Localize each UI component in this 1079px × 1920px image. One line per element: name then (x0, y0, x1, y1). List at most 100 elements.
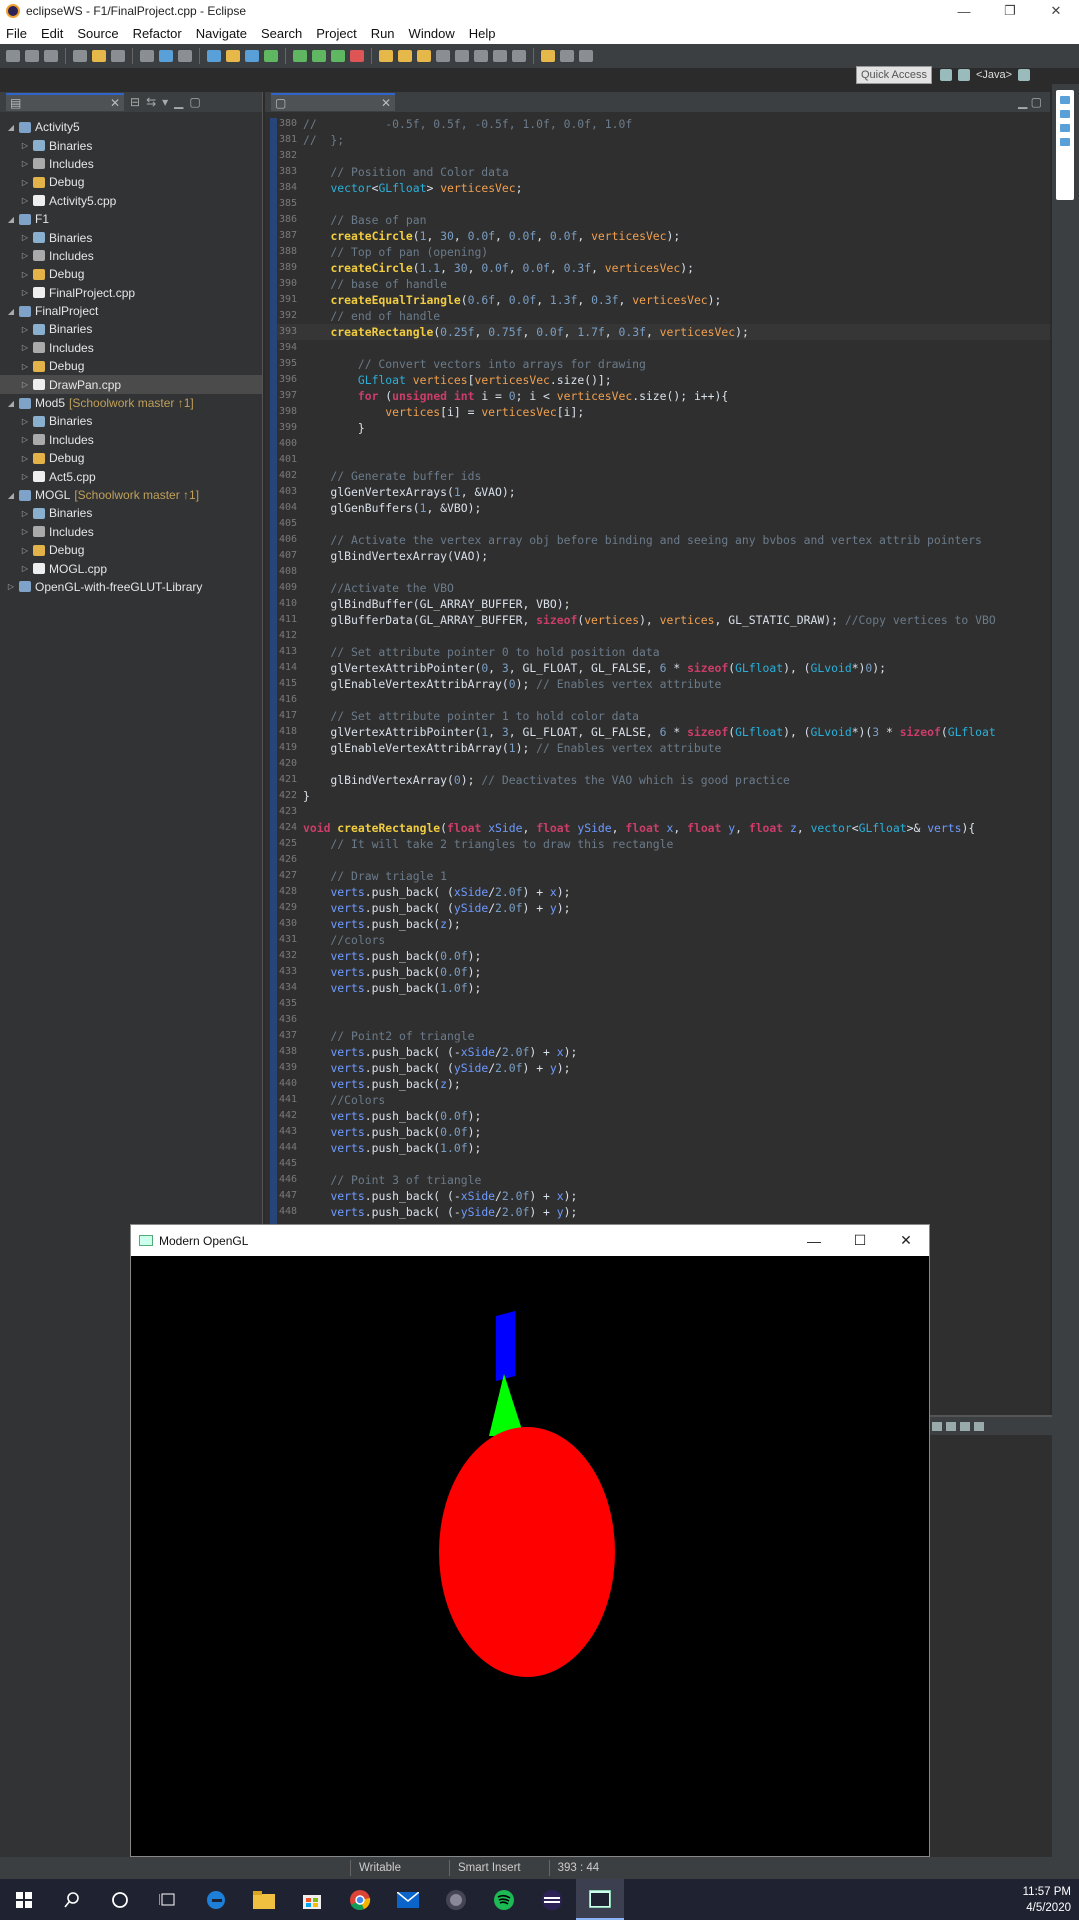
tab-editor-file[interactable]: ▢ ✕ (271, 93, 395, 111)
collapsed-arrow-icon[interactable]: ▷ (20, 343, 30, 352)
tree-item[interactable]: ▷ Act5.cpp (0, 467, 262, 485)
collapsed-arrow-icon[interactable]: ▷ (20, 196, 30, 205)
code-line[interactable]: 417 // Set attribute pointer 1 to hold c… (277, 708, 1050, 724)
code-line[interactable]: 402 // Generate buffer ids (277, 468, 1050, 484)
outline-view-icon[interactable] (1060, 96, 1070, 104)
tree-item[interactable]: ▷ FinalProject.cpp (0, 284, 262, 302)
restore-button[interactable]: ❐ (987, 0, 1033, 22)
collapsed-arrow-icon[interactable]: ▷ (20, 527, 30, 536)
collapsed-arrow-icon[interactable]: ▷ (20, 233, 30, 242)
tree-item[interactable]: ▷ Debug (0, 449, 262, 467)
pin-icon[interactable] (946, 1421, 956, 1431)
code-line[interactable]: 389 createCircle(1.1, 30, 0.0f, 0.0f, 0.… (277, 260, 1050, 276)
tree-item[interactable]: ▷ Binaries (0, 136, 262, 154)
menu-search[interactable]: Search (261, 26, 302, 41)
close-button[interactable]: ✕ (1033, 0, 1079, 22)
start-button[interactable] (0, 1879, 48, 1920)
code-line[interactable]: 388 // Top of pan (opening) (277, 244, 1050, 260)
code-line[interactable]: 380 // -0.5f, 0.5f, -0.5f, 1.0f, 0.0f, 1.… (277, 116, 1050, 132)
close-icon[interactable]: ✕ (110, 96, 120, 110)
collapsed-arrow-icon[interactable]: ▷ (20, 546, 30, 555)
project-node[interactable]: ▷ OpenGL-with-freeGLUT-Library (0, 578, 262, 596)
code-line[interactable]: 386 // Base of pan (277, 212, 1050, 228)
open-resource-icon[interactable] (379, 50, 393, 62)
code-line[interactable]: 395 // Convert vectors into arrays for d… (277, 356, 1050, 372)
code-line[interactable]: 419 glEnableVertexAttribArray(1); // Ena… (277, 740, 1050, 756)
code-line[interactable]: 390 // base of handle (277, 276, 1050, 292)
stop-icon[interactable] (350, 50, 364, 62)
debug-bug-icon[interactable] (140, 50, 154, 62)
file-explorer-button[interactable] (240, 1879, 288, 1920)
tree-item[interactable]: ▷ Includes (0, 339, 262, 357)
run-icon[interactable] (312, 50, 326, 62)
code-line[interactable]: 425 // It will take 2 triangles to draw … (277, 836, 1050, 852)
collapsed-arrow-icon[interactable]: ▷ (20, 141, 30, 150)
code-line[interactable]: 400 (277, 436, 1050, 452)
new-icon[interactable] (6, 50, 20, 62)
collapsed-arrow-icon[interactable]: ▷ (20, 417, 30, 426)
tree-item[interactable]: ▷ MOGL.cpp (0, 559, 262, 577)
spotify-button[interactable] (480, 1879, 528, 1920)
collapsed-arrow-icon[interactable]: ▷ (20, 362, 30, 371)
forward-icon[interactable] (579, 50, 593, 62)
code-line[interactable]: 430 verts.push_back(z); (277, 916, 1050, 932)
tree-item[interactable]: ▷ DrawPan.cpp (0, 375, 262, 394)
minimize-button[interactable]: — (941, 0, 987, 22)
code-line[interactable]: 394 (277, 340, 1050, 356)
opengl-canvas[interactable] (131, 1256, 929, 1856)
eclipse-taskbar-button[interactable] (528, 1879, 576, 1920)
code-line[interactable]: 442 verts.push_back(0.0f); (277, 1108, 1050, 1124)
code-line[interactable]: 396 GLfloat vertices[verticesVec.size()]… (277, 372, 1050, 388)
tree-item[interactable]: ▷ Debug (0, 265, 262, 283)
edge-button[interactable] (192, 1879, 240, 1920)
search-button[interactable] (48, 1879, 96, 1920)
code-line[interactable]: 435 (277, 996, 1050, 1012)
code-line[interactable]: 421 glBindVertexArray(0); // Deactivates… (277, 772, 1050, 788)
include-browser-icon[interactable] (1060, 110, 1070, 118)
collapsed-arrow-icon[interactable]: ▷ (20, 159, 30, 168)
code-line[interactable]: 438 verts.push_back( (-xSide/2.0f) + x); (277, 1044, 1050, 1060)
code-line[interactable]: 411 glBufferData(GL_ARRAY_BUFFER, sizeof… (277, 612, 1050, 628)
opengl-taskbar-button[interactable] (576, 1879, 624, 1920)
code-line[interactable]: 431 //colors (277, 932, 1050, 948)
code-line[interactable]: 385 (277, 196, 1050, 212)
close-icon[interactable]: ✕ (381, 96, 391, 110)
collapsed-arrow-icon[interactable]: ▷ (20, 251, 30, 260)
collapsed-arrow-icon[interactable]: ▷ (20, 325, 30, 334)
code-line[interactable]: 403 glGenVertexArrays(1, &VAO); (277, 484, 1050, 500)
filter-icon[interactable]: ▾ (162, 95, 168, 109)
collapsed-arrow-icon[interactable]: ▷ (20, 435, 30, 444)
collapsed-arrow-icon[interactable]: ▷ (20, 288, 30, 297)
minimize-button[interactable]: — (791, 1233, 837, 1249)
maximize-button[interactable]: ☐ (837, 1232, 883, 1249)
expanded-arrow-icon[interactable]: ◢ (6, 215, 16, 224)
collapsed-arrow-icon[interactable]: ▷ (20, 454, 30, 463)
refresh-icon[interactable] (264, 50, 278, 62)
menu-window[interactable]: Window (409, 26, 455, 41)
expanded-arrow-icon[interactable]: ◢ (6, 399, 16, 408)
code-line[interactable]: 398 vertices[i] = verticesVec[i]; (277, 404, 1050, 420)
code-line[interactable]: 436 (277, 1012, 1050, 1028)
chrome-button[interactable] (336, 1879, 384, 1920)
code-line[interactable]: 413 // Set attribute pointer 0 to hold p… (277, 644, 1050, 660)
code-line[interactable]: 406 // Activate the vertex array obj bef… (277, 532, 1050, 548)
tree-item[interactable]: ▷ Activity5.cpp (0, 192, 262, 210)
collapsed-arrow-icon[interactable]: ▷ (6, 582, 16, 591)
open-perspective-icon[interactable] (940, 69, 952, 81)
pen-icon[interactable] (417, 50, 431, 62)
mail-button[interactable] (384, 1879, 432, 1920)
code-line[interactable]: 409 //Activate the VBO (277, 580, 1050, 596)
code-line[interactable]: 383 // Position and Color data (277, 164, 1050, 180)
code-line[interactable]: 448 verts.push_back( (-ySide/2.0f) + y); (277, 1204, 1050, 1220)
mark-occurrences-icon[interactable] (436, 50, 450, 62)
project-node[interactable]: ◢ Activity5 (0, 118, 262, 136)
tree-item[interactable]: ▷ Includes (0, 155, 262, 173)
settings-icon[interactable] (73, 50, 87, 62)
display-console-icon[interactable] (960, 1421, 970, 1431)
code-line[interactable]: 397 for (unsigned int i = 0; i < vertice… (277, 388, 1050, 404)
tree-item[interactable]: ▷ Debug (0, 541, 262, 559)
quick-access-field[interactable]: Quick Access (856, 66, 932, 84)
code-line[interactable]: 437 // Point2 of triangle (277, 1028, 1050, 1044)
code-line[interactable]: 423 (277, 804, 1050, 820)
make-targets-icon[interactable] (1060, 124, 1070, 132)
